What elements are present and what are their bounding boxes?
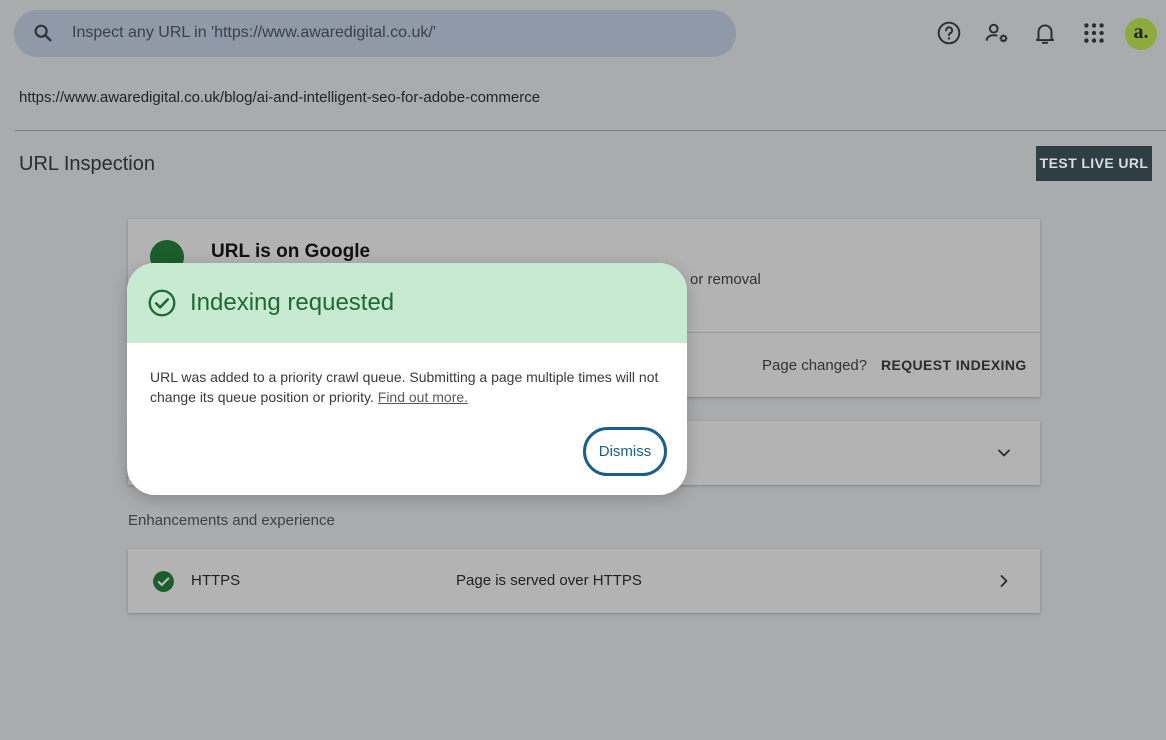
https-check-icon: [153, 571, 174, 592]
dismiss-button[interactable]: Dismiss: [583, 427, 667, 476]
url-status-title: URL is on Google: [211, 241, 371, 262]
account-avatar[interactable]: a.: [1125, 18, 1157, 50]
request-indexing-button[interactable]: REQUEST INDEXING: [881, 357, 1027, 373]
help-icon[interactable]: [936, 20, 962, 46]
page-title: URL Inspection: [19, 153, 155, 175]
check-circle-icon: [148, 289, 176, 317]
dialog-body: URL was added to a priority crawl queue.…: [150, 367, 660, 407]
top-bar: Inspect any URL in 'https://www.awaredig…: [0, 0, 1166, 70]
test-live-url-button[interactable]: TEST LIVE URL: [1036, 146, 1152, 181]
chevron-right-icon[interactable]: [994, 571, 1014, 591]
search-input[interactable]: Inspect any URL in 'https://www.awaredig…: [72, 24, 436, 42]
dialog-header: Indexing requested: [127, 263, 687, 343]
https-label: HTTPS: [191, 572, 241, 589]
find-out-more-link[interactable]: Find out more.: [378, 389, 468, 405]
url-status-subtitle: or removal: [690, 271, 761, 288]
search-bar[interactable]: Inspect any URL in 'https://www.awaredig…: [14, 10, 736, 57]
dialog-title: Indexing requested: [190, 289, 395, 316]
https-row[interactable]: HTTPS Page is served over HTTPS: [128, 549, 1040, 613]
https-status: Page is served over HTTPS: [456, 572, 642, 589]
enhancements-section-label: Enhancements and experience: [128, 512, 335, 529]
manage-users-icon[interactable]: [984, 20, 1010, 46]
indexing-requested-dialog: Indexing requested URL was added to a pr…: [127, 263, 687, 495]
header-divider: [15, 130, 1166, 131]
inspected-url: https://www.awaredigital.co.uk/blog/ai-a…: [19, 89, 541, 106]
chevron-down-icon[interactable]: [994, 443, 1014, 463]
page-changed-label: Page changed?: [762, 357, 868, 374]
notifications-icon[interactable]: [1032, 20, 1058, 46]
apps-grid-icon[interactable]: [1081, 20, 1107, 46]
search-icon: [34, 24, 52, 42]
